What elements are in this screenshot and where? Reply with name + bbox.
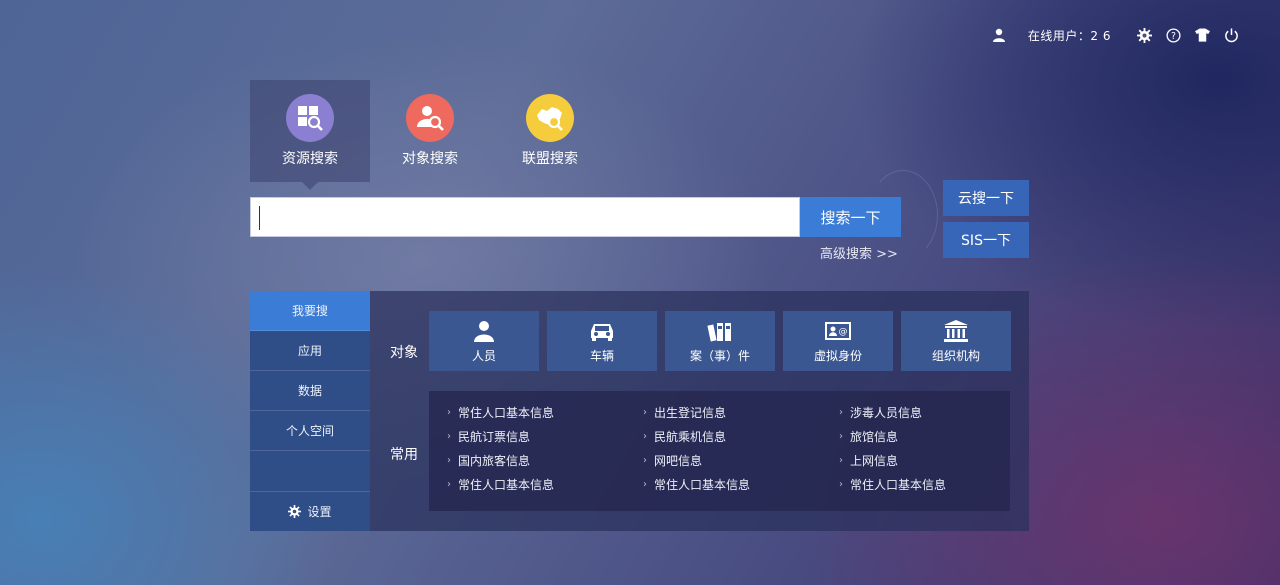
tile-virtual-identity[interactable]: @ 虚拟身份 — [783, 311, 893, 371]
link-label: 民航订票信息 — [458, 429, 531, 444]
common-link[interactable]: › 国内旅客信息 — [447, 451, 643, 469]
common-link[interactable]: › 常住人口基本信息 — [643, 475, 839, 493]
chevron-right-icon: › — [839, 406, 843, 418]
link-label: 涉毒人员信息 — [850, 405, 923, 420]
common-link[interactable]: › 民航订票信息 — [447, 427, 643, 445]
map-search-icon — [526, 94, 574, 142]
sidenav-item-settings[interactable]: 设置 — [250, 491, 370, 531]
gear-icon — [288, 505, 302, 518]
tile-vehicle[interactable]: 车辆 — [547, 311, 657, 371]
tile-label: 组织机构 — [931, 348, 980, 363]
sidenav-item-apps[interactable]: 应用 — [250, 331, 370, 371]
common-link[interactable]: › 常住人口基本信息 — [447, 403, 643, 421]
tile-label: 车辆 — [589, 348, 614, 363]
chevron-right-icon: › — [839, 454, 843, 466]
top-bar: 在线用户：2 6 ? — [990, 24, 1240, 46]
gear-icon[interactable] — [1135, 26, 1153, 44]
svg-text:@: @ — [839, 327, 848, 337]
tab-label: 对象搜索 — [402, 151, 458, 167]
link-label: 常住人口基本信息 — [458, 477, 555, 492]
link-label: 常住人口基本信息 — [850, 477, 947, 492]
online-users-count: 在线用户：2 6 — [1027, 28, 1111, 43]
person-icon — [473, 319, 495, 343]
power-icon[interactable] — [1222, 26, 1240, 44]
search-type-tabs: 资源搜索 对象搜索 联盟搜索 — [250, 80, 610, 190]
chevron-right-icon: › — [643, 406, 647, 418]
common-link[interactable]: › 民航乘机信息 — [643, 427, 839, 445]
tab-alliance-search[interactable]: 联盟搜索 — [490, 80, 610, 182]
tile-label: 案（事）件 — [689, 348, 750, 363]
common-link[interactable]: › 涉毒人员信息 — [839, 403, 1009, 421]
link-label: 国内旅客信息 — [458, 453, 531, 468]
chevron-right-icon: › — [643, 478, 647, 490]
tab-label: 资源搜索 — [282, 151, 338, 167]
sis-search-button[interactable]: SIS一下 — [943, 222, 1029, 258]
link-label: 旅馆信息 — [850, 429, 899, 444]
chevron-right-icon: › — [447, 478, 451, 490]
common-links: › 常住人口基本信息 › 出生登记信息 › 涉毒人员信息 › 民航订票信息 › 民航乘机信… — [447, 403, 1010, 493]
common-link[interactable]: › 常住人口基本信息 — [839, 475, 1009, 493]
search-input[interactable] — [251, 198, 799, 236]
search-box — [250, 197, 800, 237]
tile-organization[interactable]: 组织机构 — [901, 311, 1011, 371]
shirt-icon[interactable] — [1193, 26, 1211, 44]
tile-label: 虚拟身份 — [813, 348, 862, 363]
tile-label: 人员 — [471, 348, 496, 363]
chevron-right-icon: › — [447, 430, 451, 442]
id-card-icon: @ — [825, 319, 851, 343]
resource-search-icon — [286, 94, 334, 142]
main-panel: 我要搜 应用 数据 个人空间 设置 对象 人员 车辆 案（事）件 @ 虚拟身份 … — [250, 291, 1029, 531]
settings-label: 设置 — [307, 505, 332, 519]
common-links-box: › 常住人口基本信息 › 出生登记信息 › 涉毒人员信息 › 民航订票信息 › 民航乘机信… — [429, 391, 1010, 511]
tile-person[interactable]: 人员 — [429, 311, 539, 371]
link-label: 常住人口基本信息 — [654, 477, 751, 492]
decorative-arc — [868, 170, 938, 260]
tab-resource-search[interactable]: 资源搜索 — [250, 80, 370, 190]
car-icon — [589, 319, 615, 343]
link-label: 民航乘机信息 — [654, 429, 727, 444]
tile-case[interactable]: 案（事）件 — [665, 311, 775, 371]
common-link[interactable]: › 上网信息 — [839, 451, 1009, 469]
link-label: 上网信息 — [850, 453, 899, 468]
sidenav-spacer — [250, 451, 370, 491]
user-icon[interactable] — [990, 26, 1008, 44]
search-content: 对象 人员 车辆 案（事）件 @ 虚拟身份 组织机构 常用 › 常住人口基本信息… — [370, 291, 1029, 531]
link-label: 常住人口基本信息 — [458, 405, 555, 420]
sidenav-item-search[interactable]: 我要搜 — [250, 291, 370, 331]
chevron-right-icon: › — [839, 430, 843, 442]
side-nav: 我要搜 应用 数据 个人空间 设置 — [250, 291, 370, 531]
common-link[interactable]: › 网吧信息 — [643, 451, 839, 469]
objects-row-label: 对象 — [390, 345, 418, 361]
object-tiles: 人员 车辆 案（事）件 @ 虚拟身份 组织机构 — [429, 311, 1019, 371]
common-link[interactable]: › 常住人口基本信息 — [447, 475, 643, 493]
sidenav-item-data[interactable]: 数据 — [250, 371, 370, 411]
common-row-label: 常用 — [390, 447, 418, 463]
svg-text:?: ? — [1171, 30, 1176, 41]
link-label: 出生登记信息 — [654, 405, 727, 420]
chevron-right-icon: › — [447, 454, 451, 466]
link-label: 网吧信息 — [654, 453, 703, 468]
text-caret — [259, 206, 260, 230]
chevron-right-icon: › — [643, 454, 647, 466]
cloud-search-button[interactable]: 云搜一下 — [943, 180, 1029, 216]
tab-label: 联盟搜索 — [522, 151, 578, 167]
chevron-right-icon: › — [447, 406, 451, 418]
tab-object-search[interactable]: 对象搜索 — [370, 80, 490, 182]
chevron-right-icon: › — [643, 430, 647, 442]
sidenav-item-personal-space[interactable]: 个人空间 — [250, 411, 370, 451]
case-files-icon — [707, 319, 733, 343]
chevron-right-icon: › — [839, 478, 843, 490]
person-search-icon — [406, 94, 454, 142]
help-icon[interactable]: ? — [1164, 26, 1182, 44]
common-link[interactable]: › 旅馆信息 — [839, 427, 1009, 445]
institution-icon — [943, 319, 969, 343]
common-link[interactable]: › 出生登记信息 — [643, 403, 839, 421]
